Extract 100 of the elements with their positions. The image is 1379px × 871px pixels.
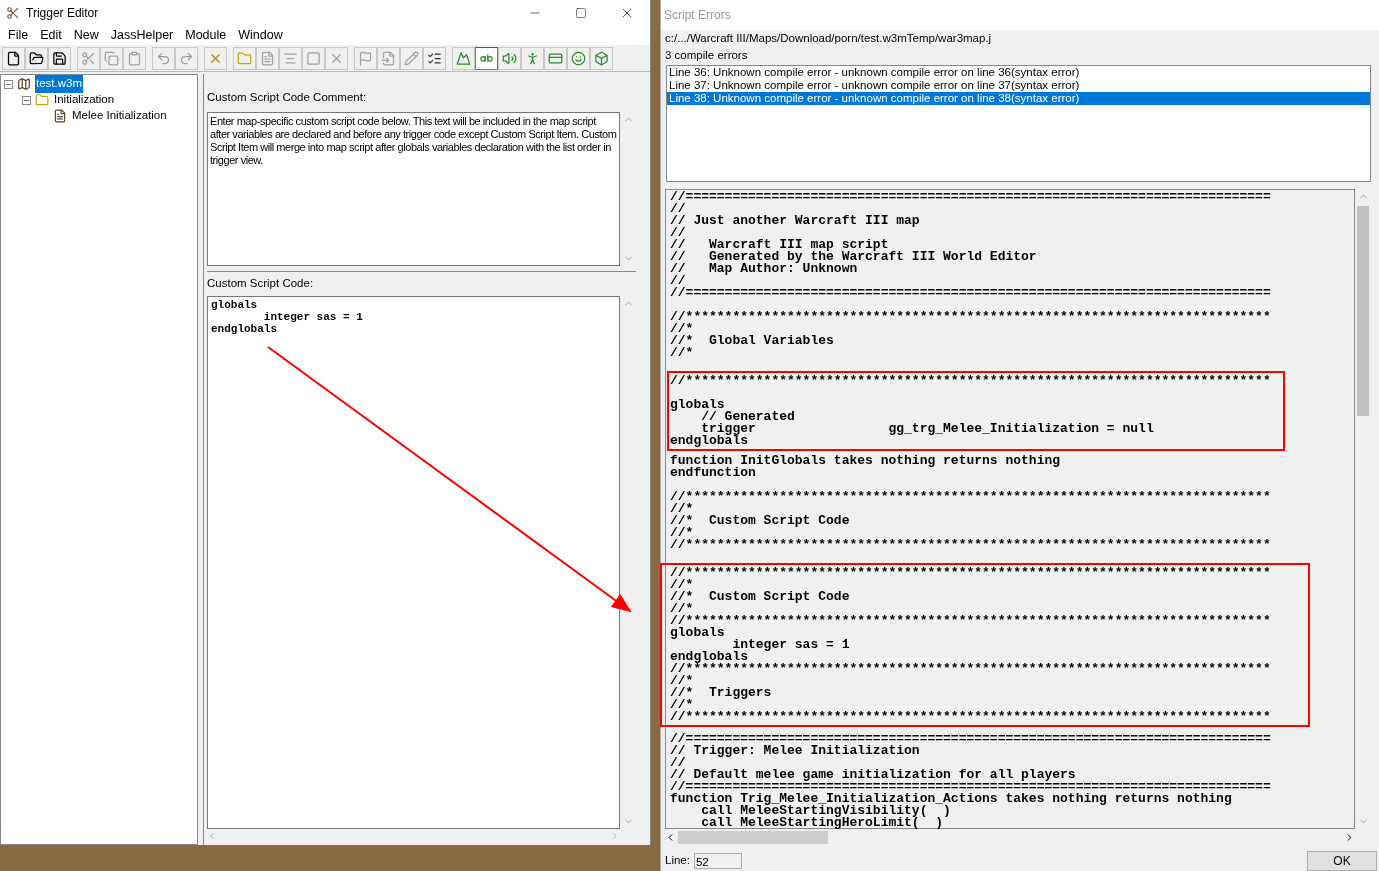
tree-item[interactable]: Melee Initialization bbox=[71, 107, 168, 125]
code-line: //* bbox=[670, 323, 695, 336]
menu-item[interactable]: New bbox=[67, 25, 105, 45]
file-path: c:/.../Warcraft III/Maps/Download/porn/test.w3mTemp/war3map.j bbox=[665, 30, 993, 46]
code-line: // bbox=[670, 203, 687, 216]
code-line: // bbox=[670, 757, 687, 770]
code-line: //* Triggers bbox=[670, 687, 773, 700]
code-line: globals bbox=[670, 627, 726, 640]
code-line: //*************************************************************************** bbox=[670, 491, 1272, 504]
figure-icon bbox=[525, 50, 540, 66]
code-line: //*************************************************************************** bbox=[670, 615, 1272, 628]
code-line: globals bbox=[211, 299, 259, 311]
folder-icon bbox=[237, 50, 252, 66]
error-row[interactable]: Line 36: Unknown compile error - unknown compile error on line 36(syntax error) bbox=[667, 65, 1370, 79]
code-line: //* Global Variables bbox=[670, 335, 835, 348]
code-line: endfunction bbox=[670, 467, 757, 480]
code-line: // Generated bbox=[701, 411, 796, 424]
code-line: //*************************************************************************** bbox=[670, 567, 1272, 580]
code-line: endglobals bbox=[670, 435, 748, 448]
code-editor[interactable]: globals integer sas = 1 endglobals bbox=[207, 296, 620, 829]
code-line: // Just another Warcraft III map bbox=[670, 215, 921, 228]
checklist-icon bbox=[427, 50, 442, 66]
code-line: //=========================================================================== bbox=[670, 191, 1272, 204]
code-line: // Map Author: Unknown bbox=[670, 263, 859, 276]
error-row[interactable]: Line 38: Unknown compile error - unknown compile error on line 38(syntax error) bbox=[667, 91, 1370, 105]
cube-icon bbox=[594, 50, 609, 66]
code-line: //* Custom Script Code bbox=[670, 515, 851, 528]
code-line: globals bbox=[670, 399, 725, 412]
scrollbar-thumb[interactable] bbox=[1357, 206, 1369, 417]
code-line: //=========================================================================== bbox=[670, 287, 1272, 300]
menu-item[interactable]: JassHelper bbox=[104, 25, 180, 45]
tree-item[interactable]: Initialization bbox=[53, 91, 116, 109]
horizontal-scrollbar[interactable] bbox=[665, 829, 1355, 845]
mountain-icon bbox=[456, 50, 471, 66]
error-row[interactable]: Line 37: Unknown compile error - unknown compile error on line 37(syntax error) bbox=[667, 78, 1370, 92]
flag-icon bbox=[358, 50, 373, 66]
toolbar-button[interactable] bbox=[475, 46, 498, 70]
page-icon bbox=[381, 50, 396, 66]
code-line: //*************************************************************************** bbox=[670, 663, 1272, 676]
code-line: endglobals bbox=[670, 651, 748, 664]
menu-item[interactable]: File bbox=[2, 25, 35, 45]
code-line: endglobals bbox=[211, 323, 278, 335]
collapse-icon[interactable] bbox=[4, 79, 13, 89]
code-line: //* bbox=[670, 347, 695, 360]
window-title: Script Errors bbox=[664, 6, 731, 24]
line-label: Line: bbox=[665, 853, 690, 869]
document-icon bbox=[53, 109, 67, 123]
lines-icon bbox=[283, 50, 298, 66]
card-icon bbox=[548, 50, 563, 66]
code-line: //*************************************************************************** bbox=[670, 711, 1272, 724]
menu-item[interactable]: Window bbox=[232, 25, 289, 45]
folder-icon bbox=[29, 50, 44, 66]
menu-item[interactable]: Module bbox=[179, 25, 233, 45]
code-line: // Trigger: Melee Initialization bbox=[670, 745, 921, 758]
code-line: //*************************************************************************** bbox=[670, 311, 1272, 324]
comment-field[interactable]: Enter map-specific custom script code below. This text will be included in the map script after variables are declared and before any trigger code except Custom Script Item. Custom Script Item will merge into map script after globals variables declaration with the list order in trigger view. bbox=[207, 112, 620, 266]
code-line: //*************************************************************************** bbox=[670, 375, 1272, 388]
code-line: //* bbox=[670, 675, 695, 688]
code-line: //=========================================================================== bbox=[670, 733, 1272, 746]
code-line: integer sas = 1 bbox=[732, 639, 851, 652]
window-title: Trigger Editor bbox=[26, 4, 99, 22]
code-line: function Trig_Melee_Initialization_Actions takes nothing returns nothing bbox=[670, 793, 1233, 806]
code-line: //* bbox=[670, 503, 695, 516]
folder-icon bbox=[35, 93, 49, 107]
clipboard-icon bbox=[127, 50, 142, 66]
code-label: Custom Script Code: bbox=[207, 275, 314, 291]
code-line: //* bbox=[670, 699, 694, 712]
face-icon bbox=[571, 50, 586, 66]
code-line: call MeleeStartingVisibility( ) bbox=[700, 805, 951, 818]
map-icon bbox=[17, 77, 31, 91]
code-line: // Default melee game initialization for all players bbox=[670, 769, 1076, 782]
file-icon bbox=[6, 50, 21, 66]
collapse-icon[interactable] bbox=[22, 95, 31, 105]
pencil-icon bbox=[404, 50, 419, 66]
redo-icon bbox=[179, 50, 194, 66]
code-line: // bbox=[670, 227, 687, 240]
error-count: 3 compile errors bbox=[665, 47, 749, 63]
menu-item[interactable]: Edit bbox=[34, 25, 68, 45]
code-line: // Warcraft III map script bbox=[670, 239, 889, 252]
code-line: //* bbox=[670, 527, 694, 540]
code-line: // Generated by the Warcraft III World Editor bbox=[670, 251, 1038, 264]
square-icon bbox=[306, 50, 321, 66]
comment-label: Custom Script Code Comment: bbox=[207, 89, 367, 105]
ok-button[interactable]: OK bbox=[1307, 851, 1377, 871]
document-icon bbox=[260, 50, 275, 66]
code-line: // bbox=[670, 275, 686, 288]
code-line: trigger gg_trg_Melee_Initialization = null bbox=[701, 423, 1155, 436]
save-icon bbox=[52, 50, 67, 66]
app-icon bbox=[6, 5, 20, 20]
tree-item[interactable]: test.w3m bbox=[35, 75, 83, 93]
undo-icon bbox=[156, 50, 171, 66]
line-field[interactable]: 52 bbox=[693, 853, 742, 869]
code-line: function InitGlobals takes nothing returns nothing bbox=[670, 455, 1062, 468]
code-line: //* Custom Script Code bbox=[670, 591, 851, 604]
code-line: //* bbox=[670, 579, 695, 592]
scissors-icon bbox=[81, 50, 96, 66]
speaker-icon bbox=[502, 50, 517, 66]
code-line: call MeleeStartingHeroLimit( ) bbox=[700, 817, 945, 830]
copy-icon bbox=[104, 50, 119, 66]
code-line: integer sas = 1 bbox=[262, 311, 364, 323]
